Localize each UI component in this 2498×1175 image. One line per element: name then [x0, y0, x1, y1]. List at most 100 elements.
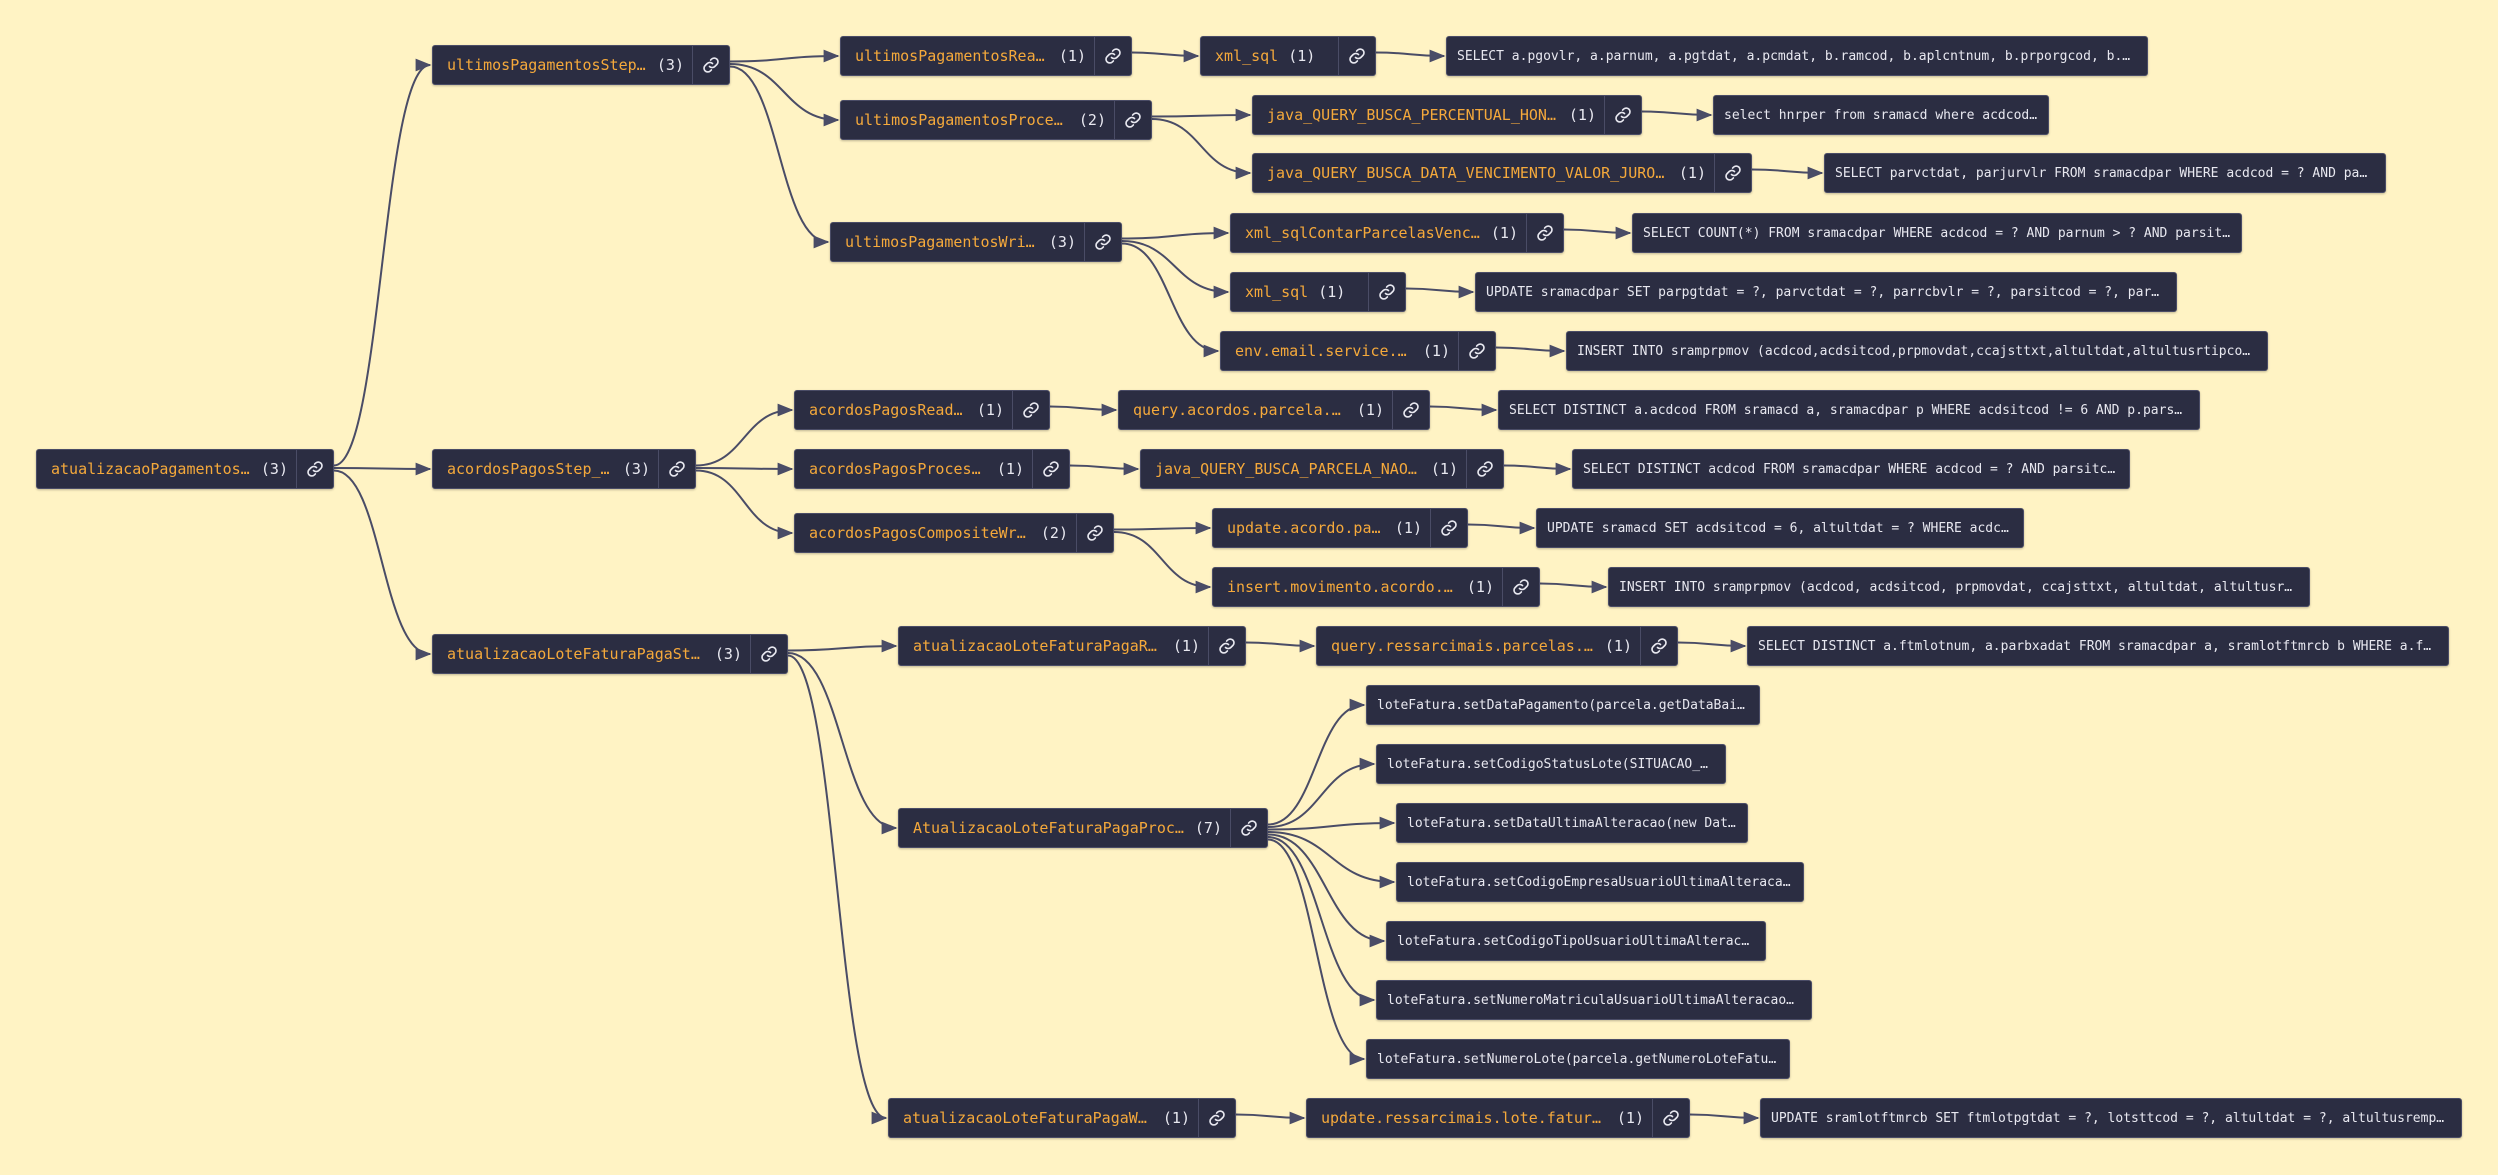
node-label: insert.movimento.acordo.pago: [1227, 578, 1457, 596]
node-xml-sql-2[interactable]: xml_sql (1): [1230, 272, 1406, 312]
edge-n18-l8: [1467, 521, 1536, 535]
link-icon[interactable]: [1640, 627, 1677, 665]
node-ultimos-pagamentos-reader[interactable]: ultimosPagamentosReader (1): [840, 36, 1132, 76]
leaf-text: loteFatura.setCodigoEmpresaUsuarioUltima…: [1407, 874, 1793, 890]
leaf-sql: UPDATE sramacd SET acdsitcod = 6, altult…: [1536, 508, 2024, 548]
link-icon[interactable]: [296, 450, 333, 488]
edge-n19-l9: [1539, 580, 1608, 594]
node-update-ressarcimais-lote-fatura-paga[interactable]: update.ressarcimais.lote.fatura.paga (1): [1306, 1098, 1690, 1138]
link-icon[interactable]: [1208, 627, 1245, 665]
node-count: (1): [1604, 637, 1632, 655]
edge-n1-n5: [729, 63, 840, 127]
leaf-sql: SELECT DISTINCT a.acdcod FROM sramacd a,…: [1498, 390, 2200, 430]
edge-n3-n21: [787, 652, 898, 835]
node-label: acordosPagosReader: [809, 401, 967, 419]
edge-n2-n13: [695, 403, 794, 467]
node-count: (3): [714, 645, 742, 663]
node-label: AtualizacaoLoteFaturaPagaProcessor: [913, 819, 1185, 837]
node-label: env.email.service.url: [1235, 342, 1413, 360]
leaf-text: select hnrper from sramacd where acdcod …: [1724, 107, 2038, 123]
node-label: xml_sql: [1245, 283, 1309, 301]
node-atualizacao-pagamentos-job[interactable]: atualizacaoPagamentosJob (3): [36, 449, 334, 489]
node-atualizacao-lote-fatura-paga-reader[interactable]: atualizacaoLoteFaturaPagaReader (1): [898, 626, 1246, 666]
edge-n15-n19: [1113, 531, 1212, 594]
link-icon[interactable]: [1230, 809, 1267, 847]
edge-n21-l11: [1267, 698, 1366, 826]
edge-n9-l2: [1751, 166, 1824, 180]
leaf-text: UPDATE sramacdpar SET parpgtdat = ?, par…: [1486, 284, 2166, 300]
link-icon[interactable]: [1458, 332, 1495, 370]
node-update-acordo-pago[interactable]: update.acordo.pago (1): [1212, 508, 1468, 548]
node-env-email-service-url[interactable]: env.email.service.url (1): [1220, 331, 1496, 371]
node-java-query-busca-data-vencimento[interactable]: java_QUERY_BUSCA_DATA_VENCIMENTO_VALOR_J…: [1252, 153, 1752, 193]
link-icon[interactable]: [692, 46, 729, 84]
leaf-text: loteFatura.setNumeroMatriculaUsuarioUlti…: [1387, 992, 1801, 1008]
edge-n10-l3: [1563, 226, 1632, 240]
node-label: acordosPagosCompositeWriter: [809, 524, 1031, 542]
edge-n1-n4: [729, 49, 840, 63]
link-icon[interactable]: [1084, 223, 1121, 261]
node-count: (1): [1288, 47, 1316, 65]
edge-n21-l12: [1267, 757, 1376, 828]
link-icon[interactable]: [1526, 214, 1563, 252]
edge-n17-l7: [1503, 462, 1572, 476]
node-atualizacao-lote-fatura-paga-step-03[interactable]: atualizacaoLoteFaturaPagaStep_03 (3): [432, 634, 788, 674]
node-ultimos-pagamentos-step-01[interactable]: ultimosPagamentosStep_01 (3): [432, 45, 730, 85]
edge-n12-l5: [1495, 344, 1566, 358]
link-icon[interactable]: [750, 635, 787, 673]
node-atualizacao-lote-fatura-paga-writer[interactable]: atualizacaoLoteFaturaPagaWriter (1): [888, 1098, 1236, 1138]
link-icon[interactable]: [1076, 514, 1113, 552]
node-acordos-pagos-processor[interactable]: acordosPagosProcessor (1): [794, 449, 1070, 489]
node-label: ultimosPagamentosReader: [855, 47, 1049, 65]
node-count: (1): [1616, 1109, 1644, 1127]
node-count: (1): [1356, 401, 1384, 419]
link-icon[interactable]: [1094, 37, 1131, 75]
link-icon[interactable]: [1114, 101, 1151, 139]
node-count: (2): [1078, 111, 1106, 129]
node-ultimos-pagamentos-writer[interactable]: ultimosPagamentosWriter (3): [830, 222, 1122, 262]
node-label: query.ressarcimais.parcelas.pagas: [1331, 637, 1595, 655]
link-icon[interactable]: [1392, 391, 1429, 429]
node-xml-sql-contar-parcelas-vencidas[interactable]: xml_sqlContarParcelasVencidas (1): [1230, 213, 1564, 253]
node-insert-movimento-acordo-pago[interactable]: insert.movimento.acordo.pago (1): [1212, 567, 1540, 607]
link-icon[interactable]: [658, 450, 695, 488]
link-icon[interactable]: [1338, 37, 1375, 75]
leaf-text: loteFatura.setNumeroLote(parcela.getNume…: [1377, 1051, 1779, 1067]
link-icon[interactable]: [1012, 391, 1049, 429]
leaf-expression: loteFatura.setDataPagamento(parcela.getD…: [1366, 685, 1760, 725]
leaf-text: loteFatura.setCodigoStatusLote(SITUACAO_…: [1387, 756, 1715, 772]
edge-n21-l17: [1267, 838, 1366, 1066]
edge-n5-n9: [1151, 118, 1252, 180]
node-xml-sql[interactable]: xml_sql (1): [1200, 36, 1376, 76]
link-icon[interactable]: [1466, 450, 1503, 488]
node-java-query-busca-percentual-honorarios[interactable]: java_QUERY_BUSCA_PERCENTUAL_HONORARIOS (1…: [1252, 95, 1642, 135]
node-label: java_QUERY_BUSCA_PARCELA_NAO_PAGA: [1155, 460, 1421, 478]
edge-n16-l6: [1429, 403, 1498, 417]
link-icon[interactable]: [1032, 450, 1069, 488]
edge-n8-l1: [1641, 108, 1713, 122]
link-icon[interactable]: [1198, 1099, 1235, 1137]
node-acordos-pagos-reader[interactable]: acordosPagosReader (1): [794, 390, 1050, 430]
node-java-query-busca-parcela-nao-paga[interactable]: java_QUERY_BUSCA_PARCELA_NAO_PAGA (1): [1140, 449, 1504, 489]
leaf-expression: loteFatura.setDataUltimaAlteracao(new Da…: [1396, 803, 1748, 843]
node-label: ultimosPagamentosWriter: [845, 233, 1039, 251]
node-count: (1): [1678, 164, 1706, 182]
node-acordos-pagos-step-02[interactable]: acordosPagosStep_02 (3): [432, 449, 696, 489]
node-label: xml_sqlContarParcelasVencidas: [1245, 224, 1481, 242]
edge-n15-n18: [1113, 521, 1212, 535]
link-icon[interactable]: [1502, 568, 1539, 606]
node-label: xml_sql: [1215, 47, 1279, 65]
link-icon[interactable]: [1368, 273, 1405, 311]
node-label: update.ressarcimais.lote.fatura.paga: [1321, 1109, 1607, 1127]
node-acordos-pagos-composite-writer[interactable]: acordosPagosCompositeWriter (2): [794, 513, 1114, 553]
link-icon[interactable]: [1714, 154, 1751, 192]
link-icon[interactable]: [1652, 1099, 1689, 1137]
node-query-acordos-parcela-paga[interactable]: query.acordos.parcela.paga (1): [1118, 390, 1430, 430]
node-count: (1): [996, 460, 1024, 478]
node-ultimos-pagamentos-processor[interactable]: ultimosPagamentosProcessor (2): [840, 100, 1152, 140]
node-atualizacao-lote-fatura-paga-processor[interactable]: AtualizacaoLoteFaturaPagaProcessor (7): [898, 808, 1268, 848]
link-icon[interactable]: [1430, 509, 1467, 547]
node-query-ressarcimais-parcelas-pagas[interactable]: query.ressarcimais.parcelas.pagas (1): [1316, 626, 1678, 666]
node-count: (1): [1568, 106, 1596, 124]
link-icon[interactable]: [1604, 96, 1641, 134]
